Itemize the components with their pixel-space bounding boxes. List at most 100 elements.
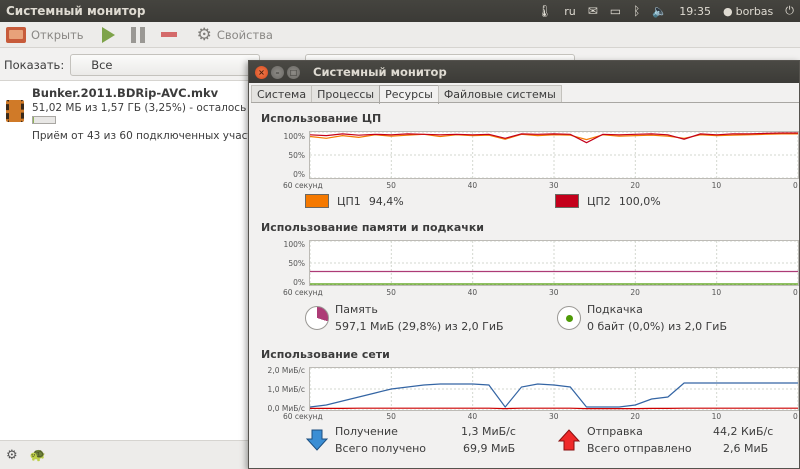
send-label: Отправка: [587, 425, 643, 438]
keyboard-layout-indicator[interactable]: ru: [558, 0, 582, 22]
receive-total: 69,9 МиБ: [463, 442, 516, 455]
system-tray: 🌡 ru ✉ ▭ ᛒ 🔈 19:35 ● borbas ⏻: [531, 0, 800, 22]
close-icon[interactable]: ×: [255, 65, 268, 79]
turtle-icon[interactable]: 🐢: [30, 448, 46, 463]
swap-value: 0 байт (0,0%) из 2,0 ГиБ: [587, 320, 727, 333]
x-tick-label: 60 секунд: [283, 288, 323, 297]
cpu1-value: 94,4%: [368, 194, 404, 208]
x-tick-label: 40: [467, 181, 478, 190]
active-app-title: Системный монитор: [6, 4, 146, 18]
filter-combo[interactable]: Все: [70, 54, 261, 76]
cpu1-color-swatch[interactable]: [305, 194, 329, 208]
settings-icon[interactable]: ⚙: [6, 448, 18, 463]
x-tick-label: 10: [711, 181, 722, 190]
system-monitor-window: × – □ Системный монитор Система Процессы…: [248, 60, 800, 469]
send-total: 2,6 МиБ: [723, 442, 769, 455]
receive-total-label: Всего получено: [335, 442, 427, 455]
filter-label: Показать:: [4, 58, 65, 72]
cpu-y-tick: 0%: [293, 170, 305, 179]
cpu2-legend: ЦП2 100,0%: [555, 194, 661, 208]
cpu1-legend: ЦП1 94,4%: [305, 194, 404, 208]
resources-panel: Использование ЦП 100% 50% 0% 60 секунд 50…: [251, 102, 799, 468]
torrent-progress-fill: [33, 117, 34, 123]
window-titlebar[interactable]: × – □ Системный монитор: [249, 61, 799, 83]
g-net-svg: [310, 368, 798, 410]
memory-graph: [309, 240, 799, 286]
tab-system[interactable]: Система: [251, 85, 313, 103]
sound-icon[interactable]: 🔈: [646, 0, 673, 22]
x-tick-label: 60 секунд: [283, 181, 323, 190]
clock[interactable]: 19:35: [673, 0, 717, 22]
x-tick-label: 0: [793, 288, 798, 297]
receive-rate: 1,3 МиБ/с: [461, 425, 516, 438]
thermometer-icon[interactable]: 🌡: [531, 0, 558, 22]
memory-value: 597,1 МиБ (29,8%) из 2,0 ГиБ: [335, 320, 504, 333]
mail-icon[interactable]: ✉: [582, 0, 604, 22]
network-graph: [309, 367, 799, 411]
transmission-toolbar: Открыть ⚙ Свойства: [0, 22, 800, 48]
cpu-y-tick: 100%: [283, 132, 305, 141]
mem-y-tick: 0%: [293, 278, 305, 287]
series-line-0: [310, 382, 798, 408]
x-tick-label: 50: [386, 288, 396, 297]
g-cpu-svg: [310, 132, 798, 178]
tab-processes[interactable]: Процессы: [311, 85, 381, 103]
mem-y-tick: 100%: [283, 240, 305, 249]
bluetooth-icon[interactable]: ᛒ: [627, 0, 646, 22]
mem-y-tick: 50%: [288, 259, 305, 268]
play-icon[interactable]: [101, 26, 115, 43]
cpu2-label: ЦП2: [587, 194, 611, 208]
memory-pie-icon[interactable]: [305, 306, 329, 330]
cpu1-label: ЦП1: [337, 194, 361, 208]
swap-dot: [566, 315, 573, 322]
film-icon: [6, 100, 24, 122]
top-panel: Системный монитор 🌡 ru ✉ ▭ ᛒ 🔈 19:35 ● bo…: [0, 0, 800, 22]
x-tick-label: 40: [467, 412, 478, 421]
x-tick-label: 30: [549, 412, 559, 421]
send-total-label: Всего отправлено: [587, 442, 692, 455]
x-tick-label: 20: [630, 288, 640, 297]
x-tick-label: 30: [549, 181, 559, 190]
torrent-progress-bar: [32, 116, 56, 124]
user-name: borbas: [735, 4, 774, 18]
x-tick-label: 40: [467, 288, 478, 297]
net-y-tick: 2,0 МиБ/с: [267, 366, 305, 375]
properties-button[interactable]: ⚙ Свойства: [185, 25, 273, 45]
swap-pie-icon[interactable]: [557, 306, 581, 330]
swap-label: Подкачка: [587, 303, 643, 316]
tab-filesystems[interactable]: Файловые системы: [437, 85, 562, 103]
minimize-icon[interactable]: –: [271, 65, 284, 79]
gear-icon: ⚙: [196, 24, 212, 45]
open-torrent-icon: [6, 26, 26, 43]
user-icon: ●: [722, 4, 733, 18]
cpu-y-tick: 50%: [288, 151, 305, 160]
cpu-section-title: Использование ЦП: [261, 112, 382, 125]
pause-icon[interactable]: [130, 26, 145, 43]
send-rate: 44,2 КиБ/с: [713, 425, 774, 438]
x-tick-label: 50: [386, 181, 396, 190]
window-title: Системный монитор: [313, 65, 447, 79]
g-mem-svg: [310, 241, 798, 285]
power-icon[interactable]: ⏻: [779, 0, 800, 22]
open-button[interactable]: Открыть: [6, 26, 84, 43]
cpu-graph: [309, 131, 799, 179]
memory-section-title: Использование памяти и подкачки: [261, 221, 485, 234]
battery-icon[interactable]: ▭: [604, 0, 627, 22]
x-tick-label: 0: [793, 412, 798, 421]
maximize-icon[interactable]: □: [287, 65, 300, 79]
upload-arrow-icon[interactable]: [557, 428, 581, 452]
receive-label: Получение: [335, 425, 398, 438]
x-tick-label: 0: [793, 181, 798, 190]
x-tick-label: 60 секунд: [283, 412, 323, 421]
x-tick-label: 50: [386, 412, 396, 421]
user-menu[interactable]: ● borbas: [717, 0, 779, 22]
download-arrow-icon[interactable]: [305, 428, 329, 452]
x-tick-label: 10: [711, 412, 722, 421]
x-tick-label: 30: [549, 288, 559, 297]
torrent-name: Bunker.2011.BDRip-AVC.mkv: [32, 86, 219, 100]
remove-icon[interactable]: [160, 32, 177, 37]
x-tick-label: 20: [630, 181, 640, 190]
cpu2-color-swatch[interactable]: [555, 194, 579, 208]
cpu2-value: 100,0%: [618, 194, 661, 208]
network-section-title: Использование сети: [261, 348, 390, 361]
